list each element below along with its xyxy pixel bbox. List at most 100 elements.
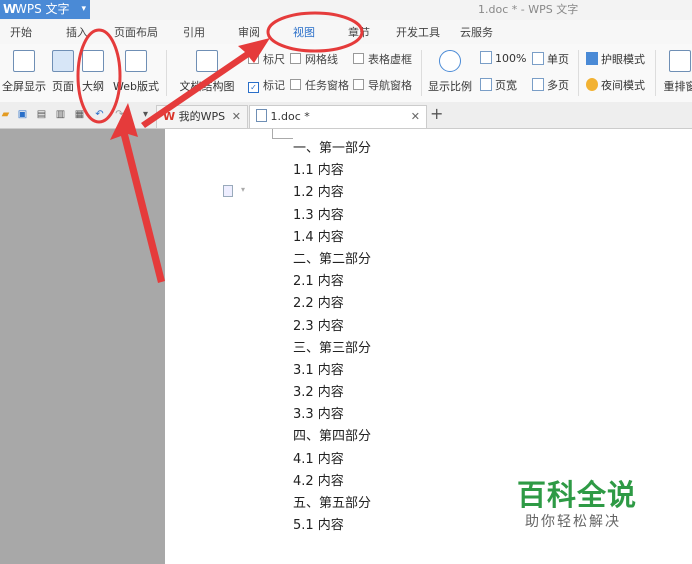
save-icon[interactable]: ▣: [17, 109, 28, 120]
web-view-icon: [125, 50, 147, 72]
ruler-label: 标尺: [263, 53, 285, 66]
gridlines-label: 网格线: [305, 53, 338, 66]
tab-document-label: 1.doc *: [270, 110, 310, 123]
checkbox-unchecked-icon: [353, 79, 364, 90]
menu-review[interactable]: 审阅: [238, 24, 260, 40]
chevron-down-icon[interactable]: ▾: [140, 109, 151, 120]
chevron-down-icon: ▾: [81, 4, 86, 14]
markup-checkbox[interactable]: ✓ 标记: [248, 77, 285, 93]
web-view-button[interactable]: Web版式: [112, 50, 160, 94]
outline-item[interactable]: 4.2 内容: [293, 471, 371, 493]
eye-mode-button[interactable]: 护眼模式: [586, 51, 645, 67]
outline-item[interactable]: 3.2 内容: [293, 382, 371, 404]
table-gridlines-checkbox[interactable]: 表格虚框: [353, 51, 412, 67]
fullscreen-label: 全屏显示: [2, 80, 46, 93]
ruler-checkbox[interactable]: 标尺: [248, 51, 285, 67]
night-mode-label: 夜间模式: [601, 79, 645, 92]
task-pane-checkbox[interactable]: 任务窗格: [290, 77, 349, 93]
eye-mode-label: 护眼模式: [601, 53, 645, 66]
outline-view-button[interactable]: 大纲: [80, 50, 106, 94]
zoom-button[interactable]: 显示比例: [427, 50, 473, 94]
outline-item[interactable]: 3.3 内容: [293, 404, 371, 426]
page-width-label: 页宽: [495, 79, 517, 92]
outline-item[interactable]: 1.1 内容: [293, 160, 371, 182]
gridlines-checkbox[interactable]: 网格线: [290, 51, 338, 67]
night-mode-button[interactable]: 夜间模式: [586, 77, 645, 93]
ribbon-divider: [166, 50, 167, 96]
outline-heading[interactable]: 三、第三部分: [293, 338, 371, 360]
outline-item[interactable]: 4.1 内容: [293, 449, 371, 471]
rearrange-windows-button[interactable]: 重排窗: [660, 50, 692, 94]
multi-page-label: 多页: [547, 79, 569, 92]
ribbon-view: 全屏显示 页面 大纲 Web版式 文档结构图 标尺 网格线 表格虚框 ✓ 标记 任…: [0, 44, 692, 103]
page-view-button[interactable]: 页面: [50, 50, 76, 94]
print-icon[interactable]: ▦: [74, 109, 85, 120]
task-pane-label: 任务窗格: [305, 79, 349, 92]
outline-item[interactable]: 1.4 内容: [293, 227, 371, 249]
menu-cloud[interactable]: 云服务: [460, 24, 493, 40]
fullscreen-button[interactable]: 全屏显示: [2, 50, 46, 94]
ribbon-divider: [655, 50, 656, 96]
outline-item[interactable]: 2.3 内容: [293, 316, 371, 338]
menu-view[interactable]: 视图: [293, 24, 315, 40]
menu-page-layout[interactable]: 页面布局: [114, 24, 158, 40]
new-tab-plus-icon[interactable]: +: [430, 104, 443, 123]
print-preview-icon[interactable]: ▥: [55, 109, 66, 120]
doc-structure-button[interactable]: 文档结构图: [174, 50, 240, 94]
chevron-down-icon[interactable]: ▾: [241, 185, 245, 194]
menu-chapter[interactable]: 章节: [348, 24, 370, 40]
zoom-100-button[interactable]: 100%: [480, 51, 526, 65]
rearrange-label: 重排窗: [663, 80, 692, 93]
magnifier-icon: [439, 50, 461, 72]
web-view-label: Web版式: [113, 80, 159, 93]
checkbox-unchecked-icon: [248, 53, 259, 64]
fullscreen-icon: [13, 50, 35, 72]
document-icon: [256, 109, 267, 122]
checkbox-unchecked-icon: [290, 53, 301, 64]
outline-view-icon: [82, 50, 104, 72]
checkbox-checked-icon: ✓: [248, 82, 259, 93]
nav-pane-label: 导航窗格: [368, 79, 412, 92]
watermark-brand: 百科全说: [517, 478, 638, 512]
ribbon-divider: [578, 50, 579, 96]
close-icon[interactable]: ✕: [411, 106, 420, 128]
tab-my-wps[interactable]: W 我的WPS ✕: [156, 105, 248, 128]
close-icon[interactable]: ✕: [232, 106, 241, 128]
outline-heading[interactable]: 四、第四部分: [293, 426, 371, 448]
rearrange-icon: [669, 50, 691, 72]
margin-corner-mark: [272, 129, 293, 139]
window-title: 1.doc * - WPS 文字: [478, 3, 579, 16]
redo-icon[interactable]: ↷: [114, 109, 125, 120]
tab-document[interactable]: 1.doc * ✕: [249, 105, 427, 128]
menu-bar: 开始 插入 页面布局 引用 审阅 视图 章节 开发工具 云服务: [0, 20, 692, 44]
outline-item[interactable]: 1.3 内容: [293, 205, 371, 227]
open-icon[interactable]: ▰: [0, 109, 11, 120]
outline-item[interactable]: 5.1 内容: [293, 515, 371, 537]
outline-item[interactable]: 2.2 内容: [293, 293, 371, 315]
outline-item[interactable]: 1.2 内容: [293, 182, 371, 204]
outline-list: 一、第一部分 1.1 内容 1.2 内容 1.3 内容 1.4 内容 二、第二部…: [293, 138, 371, 537]
nav-pane-checkbox[interactable]: 导航窗格: [353, 77, 412, 93]
shield-icon: [586, 52, 598, 65]
title-bar: WWPS 文字 ▾ 1.doc * - WPS 文字: [0, 0, 692, 20]
outline-item[interactable]: 3.1 内容: [293, 360, 371, 382]
multi-page-button[interactable]: 多页: [532, 77, 569, 93]
menu-references[interactable]: 引用: [183, 24, 205, 40]
single-page-label: 单页: [547, 53, 569, 66]
paragraph-handle-icon[interactable]: [223, 185, 233, 197]
single-page-button[interactable]: 单页: [532, 51, 569, 67]
tab-my-wps-label: 我的WPS: [178, 110, 226, 123]
arrow-to-outline-icon: [110, 103, 165, 283]
checkbox-unchecked-icon: [353, 53, 364, 64]
outline-heading[interactable]: 一、第一部分: [293, 138, 371, 160]
menu-start[interactable]: 开始: [10, 24, 32, 40]
undo-icon[interactable]: ↶: [94, 109, 105, 120]
output-pdf-icon[interactable]: ▤: [36, 109, 47, 120]
wps-app-menu-button[interactable]: WWPS 文字 ▾: [0, 0, 90, 19]
page-width-button[interactable]: 页宽: [480, 77, 517, 93]
outline-item[interactable]: 2.1 内容: [293, 271, 371, 293]
outline-heading[interactable]: 五、第五部分: [293, 493, 371, 515]
menu-insert[interactable]: 插入: [66, 24, 88, 40]
outline-heading[interactable]: 二、第二部分: [293, 249, 371, 271]
menu-developer[interactable]: 开发工具: [396, 24, 440, 40]
